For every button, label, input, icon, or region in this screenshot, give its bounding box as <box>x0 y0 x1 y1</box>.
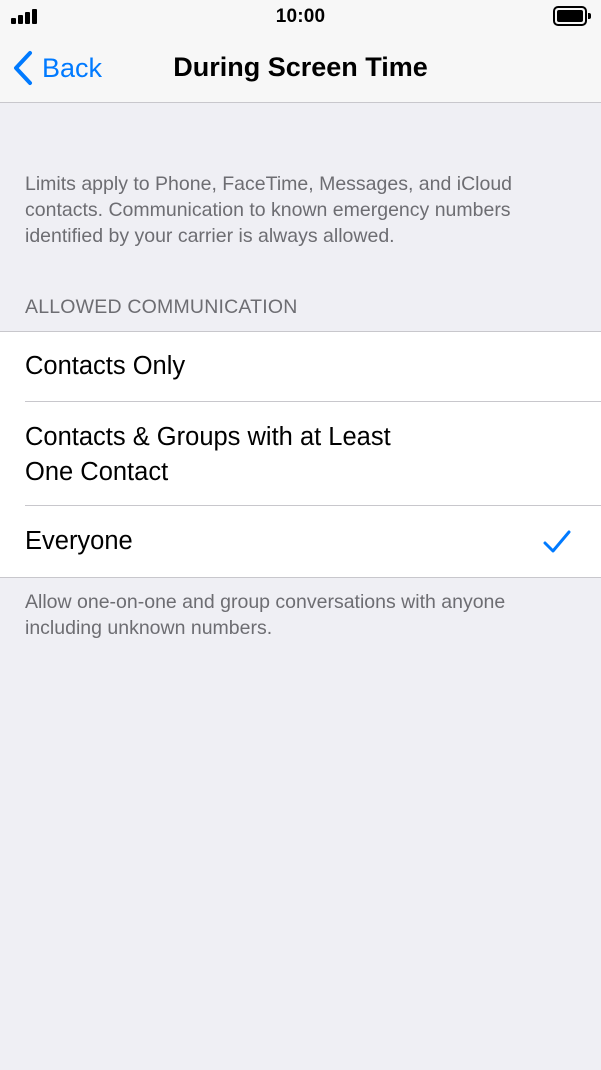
checkmark-icon <box>543 530 571 553</box>
section-header: ALLOWED COMMUNICATION <box>25 296 298 318</box>
status-bar: 10:00 <box>0 0 601 34</box>
navigation-bar: Back During Screen Time <box>0 34 601 103</box>
option-contacts-only[interactable]: Contacts Only <box>0 332 601 402</box>
option-label: Contacts Only <box>25 352 186 380</box>
page-title: During Screen Time <box>173 52 428 82</box>
info-description: Limits apply to Phone, FaceTime, Message… <box>25 173 513 247</box>
status-time: 10:00 <box>275 6 326 27</box>
option-label: Contacts & Groups with at Least One Cont… <box>25 423 391 486</box>
footer-description: Allow one-on-one and group conversations… <box>25 591 506 639</box>
battery-icon <box>553 6 591 26</box>
allowed-communication-list: Contacts Only Contacts & Groups with at … <box>0 331 601 578</box>
option-everyone[interactable]: Everyone <box>0 506 601 577</box>
option-label: Everyone <box>25 527 133 555</box>
option-contacts-and-groups[interactable]: Contacts & Groups with at Least One Cont… <box>0 402 601 506</box>
